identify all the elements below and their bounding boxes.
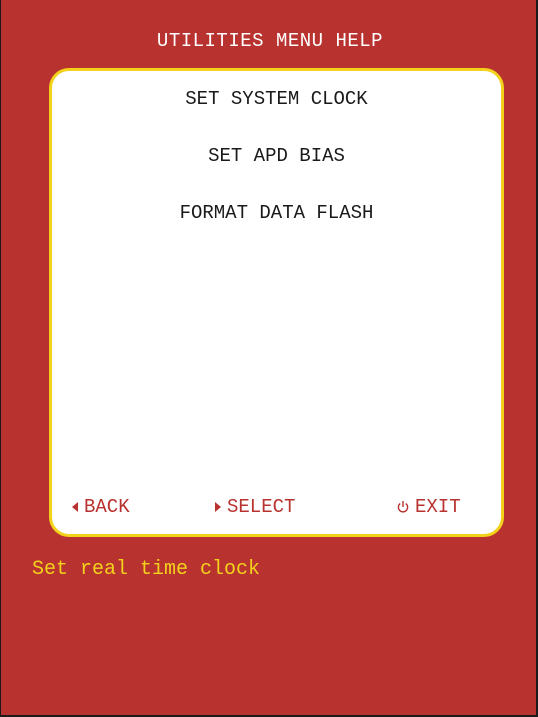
softkey-bar: BACK SELECT EXIT <box>52 496 501 520</box>
back-button[interactable]: BACK <box>72 496 130 518</box>
menu-item-set-apd-bias[interactable]: SET APD BIAS <box>52 145 501 167</box>
back-label: BACK <box>84 496 130 518</box>
page-title: UTILITIES MENU HELP <box>156 30 384 52</box>
help-status-text: Set real time clock <box>32 558 261 581</box>
triangle-right-icon <box>215 502 221 512</box>
exit-label: EXIT <box>415 496 461 518</box>
menu-item-set-system-clock[interactable]: SET SYSTEM CLOCK <box>52 88 501 110</box>
select-label: SELECT <box>227 496 296 518</box>
menu-item-format-data-flash[interactable]: FORMAT DATA FLASH <box>52 202 501 224</box>
menu-panel: SET SYSTEM CLOCK SET APD BIAS FORMAT DAT… <box>49 68 504 537</box>
exit-button[interactable]: EXIT <box>397 496 461 518</box>
device-screen: UTILITIES MENU HELP SET SYSTEM CLOCK SET… <box>0 0 538 717</box>
power-icon <box>397 500 409 514</box>
triangle-left-icon <box>72 502 78 512</box>
select-button[interactable]: SELECT <box>215 496 295 518</box>
